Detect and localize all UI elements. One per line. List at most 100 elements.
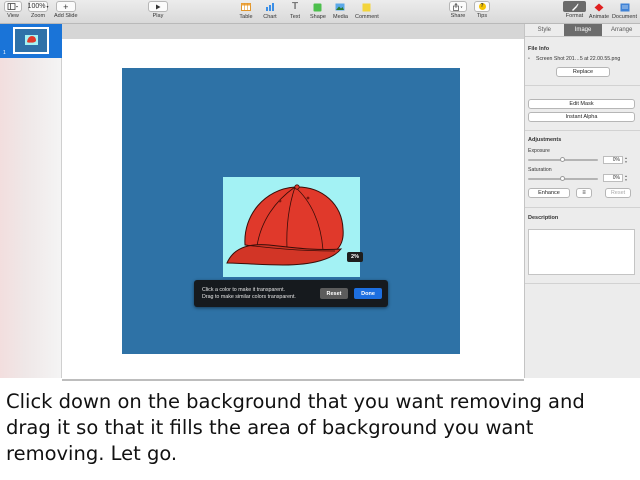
instant-alpha-popup: Click a color to make it transparent. Dr… [194, 280, 388, 307]
media-label: Media [333, 14, 348, 20]
slide-canvas: 2% Click a color to make it transparent.… [62, 24, 524, 381]
animate-icon[interactable] [587, 1, 611, 13]
file-name: Screen Shot 201…5 at 22.00.55.png [536, 56, 621, 62]
add-slide-button[interactable]: + [55, 1, 76, 12]
popup-instruction-line-1: Click a color to make it transparent. [202, 287, 286, 293]
share-control[interactable]: Share [449, 1, 467, 19]
slide-navigator [0, 24, 62, 378]
baseball-cap-icon [226, 184, 344, 266]
tips-control[interactable]: ? Tips [474, 1, 490, 19]
description-heading: Description [528, 215, 559, 221]
divider [525, 283, 640, 284]
shape-label: Shape [310, 14, 326, 20]
tips-button[interactable]: ? [474, 1, 490, 12]
shape-icon[interactable] [311, 1, 325, 13]
share-button[interactable] [449, 1, 467, 12]
zoom-select[interactable]: 100% ▾ [28, 1, 48, 12]
chevron-down-icon: ▾ [46, 4, 49, 9]
text-control[interactable]: T Text [288, 1, 302, 21]
saturation-stepper[interactable]: ▴ ▾ [624, 174, 628, 182]
share-label: Share [450, 13, 466, 19]
replace-button[interactable]: Replace [556, 67, 610, 77]
sliders-icon: ≡ [582, 190, 586, 196]
reset-adjustments-button[interactable]: Reset [605, 188, 631, 198]
chart-control[interactable]: Chart [263, 1, 277, 20]
paintbrush-icon [571, 3, 578, 11]
slide-background-image[interactable]: 2% Click a color to make it transparent.… [122, 68, 460, 354]
divider [525, 130, 640, 131]
document-control[interactable]: Document [611, 1, 638, 20]
comment-icon[interactable] [360, 1, 374, 13]
view-control[interactable]: View [4, 1, 22, 19]
chart-icon[interactable] [263, 1, 277, 13]
toolbar: View 100% ▾ Zoom + Add Slide Play Table C… [0, 0, 640, 24]
tab-image[interactable]: Image [563, 24, 603, 36]
cap-image[interactable] [223, 177, 360, 277]
saturation-label: Saturation [528, 167, 552, 173]
edit-mask-button[interactable]: Edit Mask [528, 99, 635, 109]
slide: 2% Click a color to make it transparent.… [62, 39, 524, 381]
popup-reset-button[interactable]: Reset [320, 288, 348, 299]
format-inspector: Style Image Arrange File Info ▫ Screen S… [524, 24, 640, 378]
slide-number: 1 [3, 50, 6, 56]
exposure-stepper[interactable]: ▴ ▾ [624, 156, 628, 164]
document-icon[interactable] [611, 1, 638, 13]
table-icon[interactable] [239, 1, 253, 13]
tutorial-caption: Click down on the background that you wa… [0, 381, 640, 480]
add-slide-label: Add Slide [54, 13, 78, 19]
add-slide-control[interactable]: + Add Slide [54, 1, 78, 19]
divider [525, 207, 640, 208]
file-info-heading: File Info [528, 46, 550, 52]
format-button[interactable] [563, 1, 586, 12]
table-label: Table [239, 14, 253, 20]
format-label: Format [565, 13, 584, 19]
text-icon[interactable]: T [288, 1, 302, 13]
alpha-percent-badge: 2% [347, 252, 363, 262]
media-icon[interactable] [333, 1, 347, 13]
share-icon [453, 2, 463, 11]
view-button[interactable] [4, 1, 22, 12]
divider [525, 85, 640, 86]
play-control[interactable]: Play [148, 1, 168, 19]
sidebar-icon [7, 3, 18, 10]
table-control[interactable]: Table [239, 1, 253, 20]
zoom-label: Zoom [30, 13, 46, 19]
comment-control[interactable]: Comment [355, 1, 379, 20]
animate-label: Animate [588, 14, 610, 20]
shape-control[interactable]: Shape [310, 1, 326, 20]
cap-thumbnail-icon [25, 35, 38, 45]
tips-label: Tips [476, 13, 488, 19]
tab-style[interactable]: Style [525, 24, 564, 36]
tab-arrange[interactable]: Arrange [602, 24, 640, 36]
file-icon: ▫ [528, 56, 530, 62]
slide-thumbnail-content [15, 29, 47, 52]
exposure-slider-knob[interactable] [560, 157, 565, 162]
play-button[interactable] [148, 1, 168, 12]
enhance-button[interactable]: Enhance [528, 188, 570, 198]
chart-label: Chart [263, 14, 277, 20]
slide-thumbnail[interactable] [13, 27, 49, 54]
play-label: Play [152, 13, 164, 19]
plus-icon: + [63, 1, 69, 12]
popup-instruction-line-2: Drag to make similar colors transparent. [202, 294, 296, 300]
animate-control[interactable]: Animate [587, 1, 611, 20]
exposure-label: Exposure [528, 148, 550, 154]
adjustments-heading: Adjustments [528, 137, 562, 143]
media-control[interactable]: Media [333, 1, 348, 20]
zoom-control[interactable]: 100% ▾ Zoom [28, 1, 48, 19]
play-icon [156, 4, 161, 9]
saturation-field[interactable]: 0% [603, 174, 623, 182]
description-field[interactable] [528, 229, 635, 275]
document-label: Document [611, 14, 638, 20]
levels-button[interactable]: ≡ [576, 188, 592, 198]
text-label: Text [289, 14, 301, 20]
comment-label: Comment [355, 14, 379, 20]
view-label: View [7, 13, 19, 19]
instant-alpha-button[interactable]: Instant Alpha [528, 112, 635, 122]
popup-done-button[interactable]: Done [354, 288, 382, 299]
help-icon: ? [478, 3, 486, 10]
inspector-tabs: Style Image Arrange [525, 24, 640, 37]
format-control[interactable]: Format [563, 1, 586, 19]
saturation-slider-knob[interactable] [560, 176, 565, 181]
exposure-field[interactable]: 0% [603, 156, 623, 164]
